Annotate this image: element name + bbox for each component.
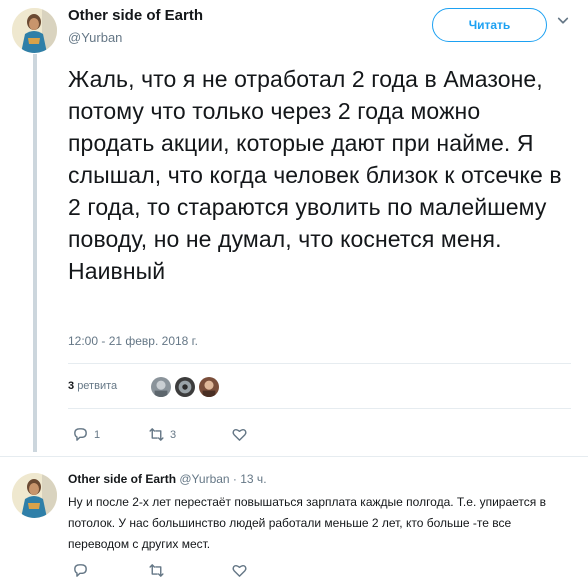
reply-header: Other side of Earth @Yurban · 13 ч. (68, 472, 267, 486)
retweet-action-count: 3 (170, 428, 177, 441)
reply-button[interactable]: 1 (72, 426, 100, 443)
tweet-timestamp[interactable]: 12:00 - 21 февр. 2018 г. (68, 334, 198, 348)
retweet-word: ретвита (77, 380, 118, 392)
divider (68, 363, 571, 364)
retweet-icon (149, 564, 164, 577)
retweet-button[interactable]: 3 (148, 426, 176, 443)
avatar-image (12, 473, 57, 518)
reply-icon (74, 564, 87, 577)
reply-meta[interactable]: @Yurban · 13 ч. (179, 472, 266, 486)
reply-reply-button[interactable] (72, 562, 89, 579)
thread-line (33, 54, 37, 452)
follow-button[interactable]: Читать (432, 8, 547, 42)
retweet-count: 3 (68, 380, 75, 392)
author-handle[interactable]: @Yurban (68, 30, 122, 45)
divider (68, 408, 571, 409)
avatar-image (12, 8, 57, 53)
reply-retweet-button[interactable] (148, 562, 165, 579)
reply-like-button[interactable] (231, 562, 248, 579)
chevron-down-icon[interactable] (556, 14, 570, 28)
author-name[interactable]: Other side of Earth (68, 7, 203, 24)
reply-author-name[interactable]: Other side of Earth (68, 472, 176, 486)
retweeter-avatar[interactable] (150, 376, 172, 398)
reply-avatar[interactable] (12, 473, 57, 518)
avatar[interactable] (12, 8, 57, 53)
reply-icon (74, 428, 87, 441)
reply-text: Ну и после 2-х лет перестаёт повышаться … (68, 495, 547, 551)
retweet-icon (149, 428, 164, 441)
reply-count: 1 (94, 428, 101, 441)
heart-icon (232, 428, 247, 441)
tweet-text: Жаль, что я не отработал 2 года в Амазон… (68, 66, 562, 284)
heart-icon (232, 564, 247, 577)
retweet-stats[interactable]: 3 ретвита (68, 380, 117, 392)
divider (0, 456, 588, 457)
retweeter-avatar[interactable] (198, 376, 220, 398)
like-button[interactable] (231, 426, 253, 443)
retweeter-avatar[interactable] (174, 376, 196, 398)
retweeter-faces (150, 376, 222, 398)
